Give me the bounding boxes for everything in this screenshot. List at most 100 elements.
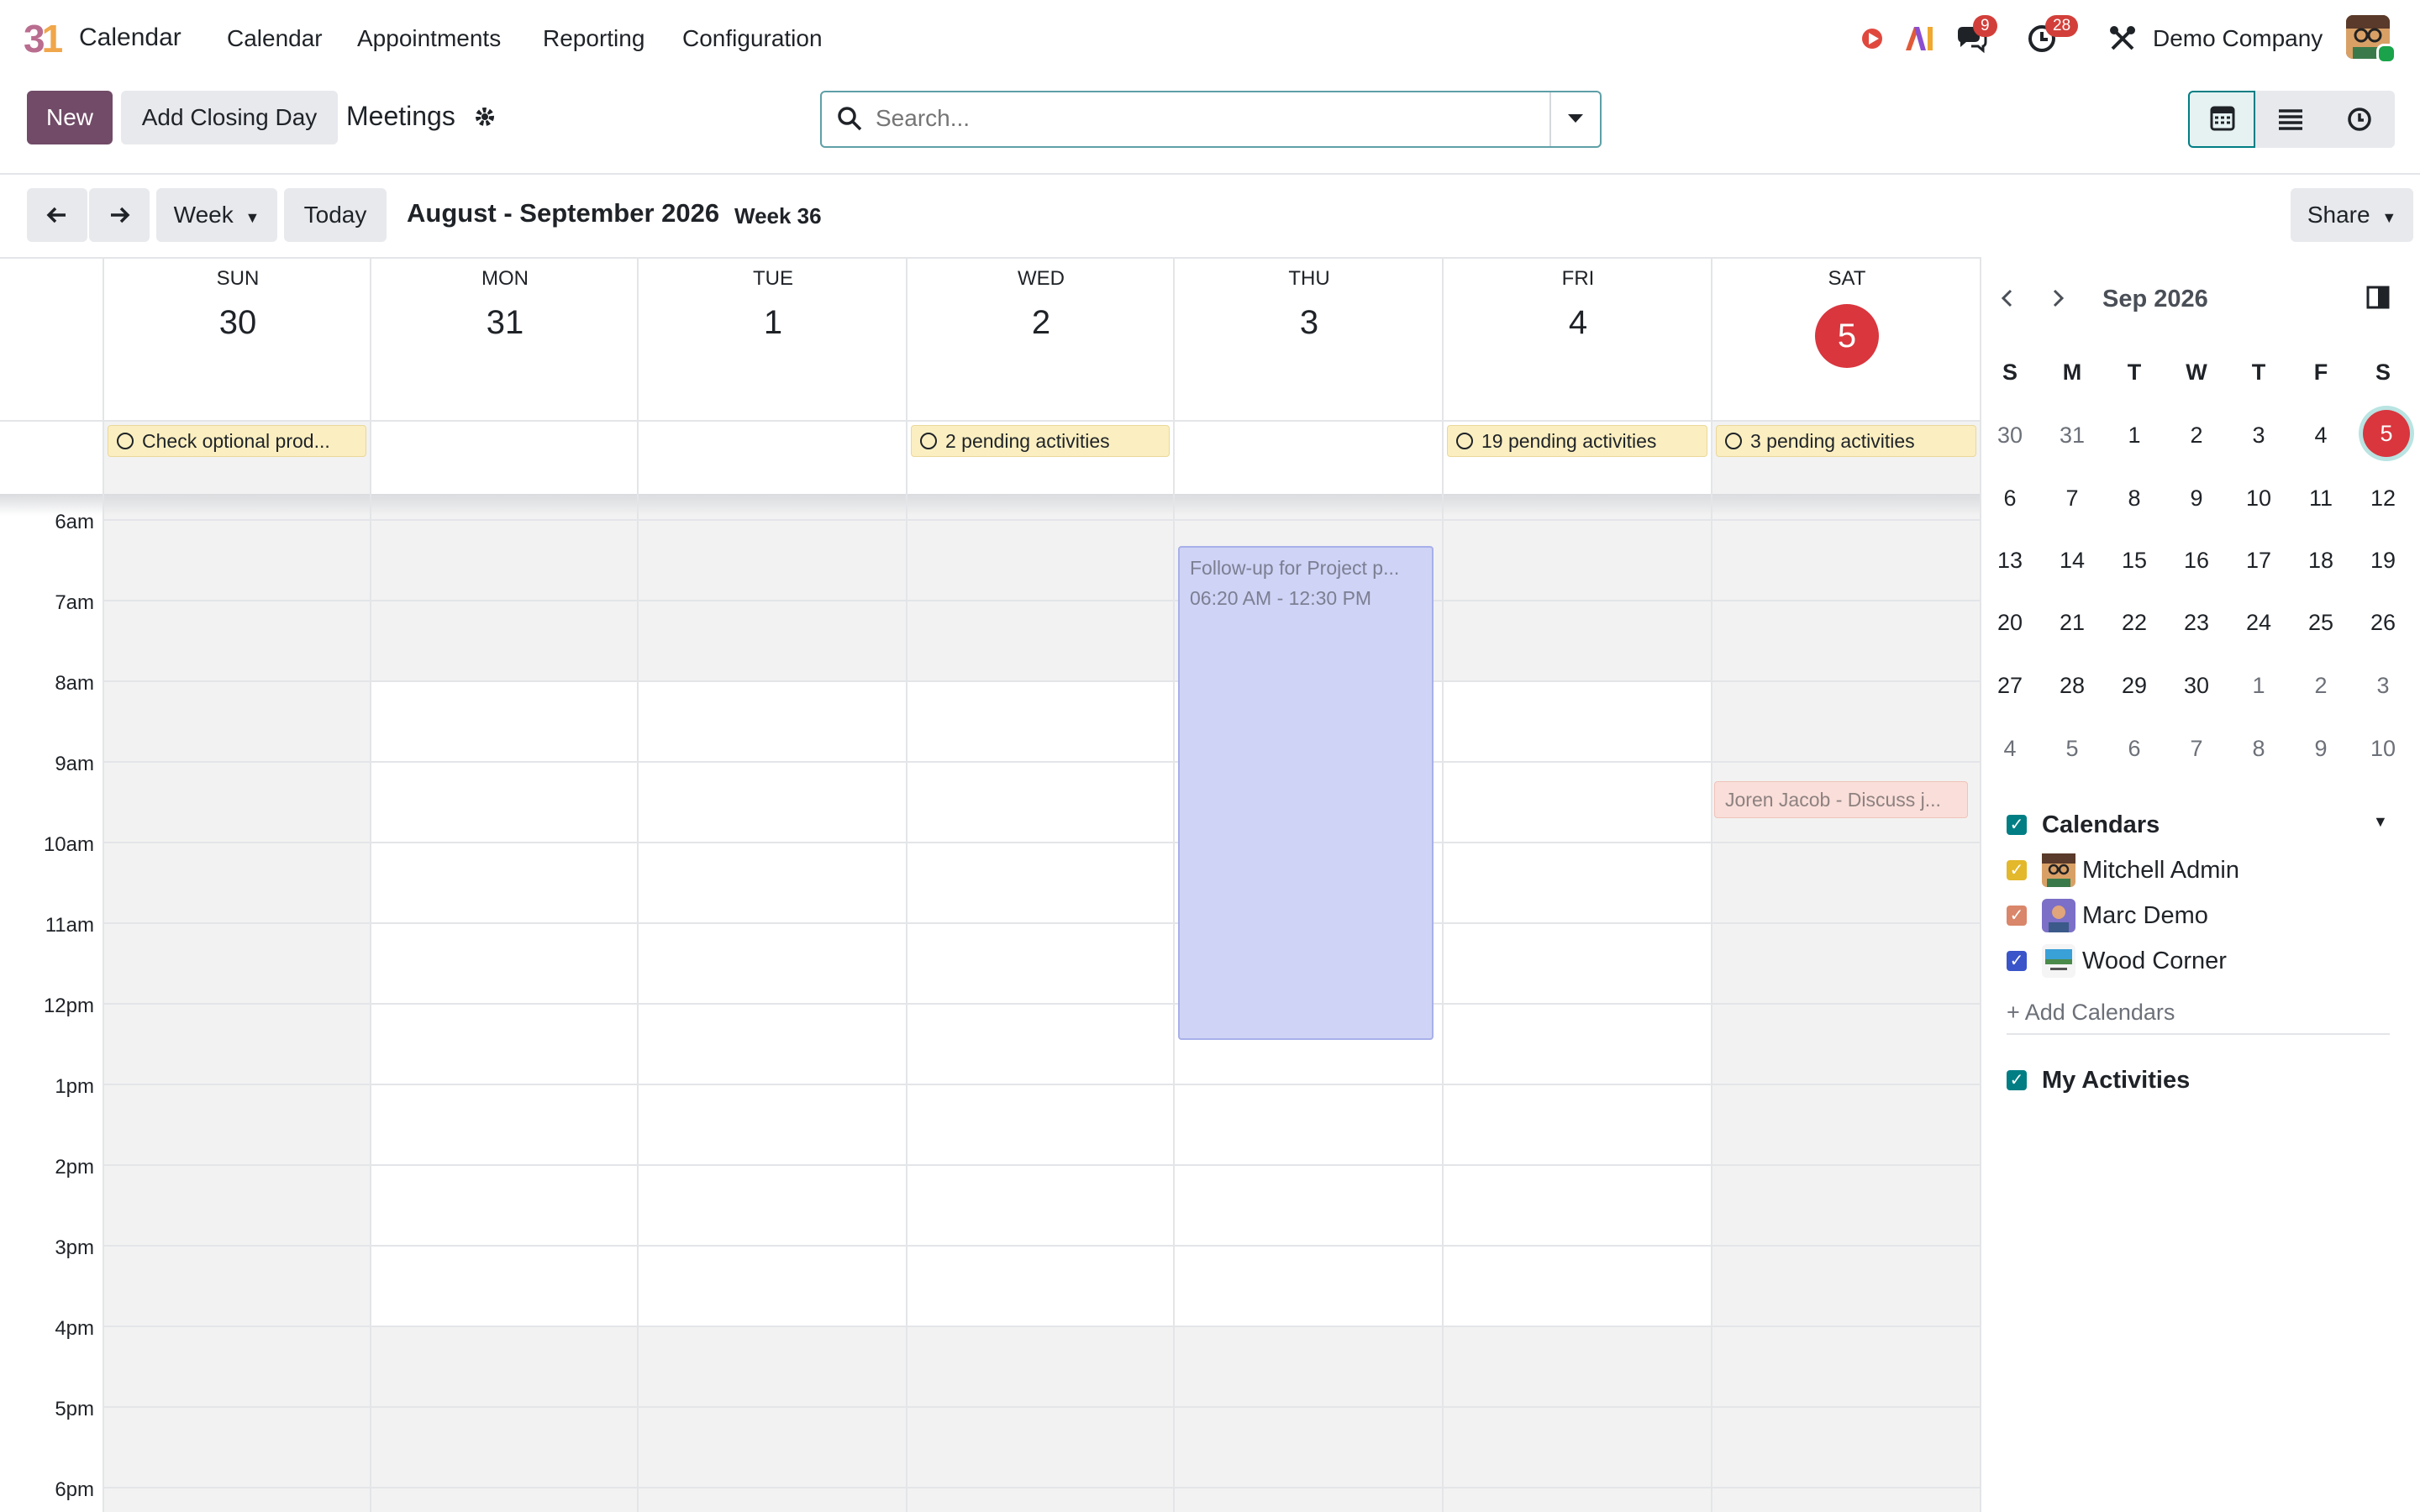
mini-day[interactable]: 1 [2109, 410, 2160, 460]
menu-appointments[interactable]: Appointments [357, 25, 501, 52]
menu-calendar[interactable]: Calendar [227, 25, 323, 52]
calendars-section-title[interactable]: Calendars [2042, 811, 2160, 839]
hour-row[interactable] [103, 761, 1980, 843]
mini-day[interactable]: 20 [1985, 597, 2035, 648]
mini-prev-month-icon[interactable] [1993, 284, 2022, 312]
filter-label-marc[interactable]: Marc Demo [2082, 902, 2208, 930]
debug-tools-icon[interactable] [2104, 20, 2141, 57]
mini-day[interactable]: 30 [2171, 660, 2222, 711]
allday-event-sat[interactable]: 3 pending activities [1716, 425, 1976, 457]
calendar-app-icon[interactable]: 31 [24, 15, 66, 62]
allday-event-wed[interactable]: 2 pending activities [911, 425, 1170, 457]
allday-event-fri[interactable]: 19 pending activities [1447, 425, 1707, 457]
mini-day[interactable]: 10 [2358, 723, 2408, 774]
next-button[interactable] [89, 188, 150, 242]
mini-day[interactable]: 2 [2171, 410, 2222, 460]
day-header-tue[interactable]: TUE 1 [637, 257, 908, 420]
mini-day[interactable]: 8 [2109, 473, 2160, 523]
mini-day[interactable]: 8 [2233, 723, 2284, 774]
mini-day[interactable]: 17 [2233, 535, 2284, 585]
menu-configuration[interactable]: Configuration [682, 25, 823, 52]
day-header-thu[interactable]: THU 3 [1173, 257, 1444, 420]
calendar-event[interactable]: Joren Jacob - Discuss j... [1714, 781, 1968, 818]
list-view-button[interactable] [2255, 91, 2326, 148]
mini-day[interactable]: 5 [2047, 723, 2097, 774]
day-header-fri[interactable]: FRI 4 [1442, 257, 1712, 420]
mini-day[interactable]: 4 [1985, 723, 2035, 774]
ai-icon[interactable] [1901, 20, 1938, 57]
hour-row[interactable] [103, 842, 1980, 924]
mini-day[interactable]: 24 [2233, 597, 2284, 648]
collapse-panel-icon[interactable] [2363, 282, 2393, 312]
filter-checkbox-wood[interactable]: ✓ [2007, 951, 2027, 971]
calendar-view-button[interactable] [2188, 91, 2255, 148]
mini-day[interactable]: 6 [1985, 473, 2035, 523]
mini-day[interactable]: 16 [2171, 535, 2222, 585]
calendars-checkbox[interactable]: ✓ [2007, 815, 2027, 835]
mini-day[interactable]: 15 [2109, 535, 2160, 585]
add-calendars-link[interactable]: + Add Calendars [2007, 1000, 2175, 1026]
activities-clock-icon[interactable]: 28 [2023, 15, 2079, 57]
allday-event-sun[interactable]: Check optional prod... [108, 425, 366, 457]
mini-day[interactable]: 23 [2171, 597, 2222, 648]
hour-row[interactable] [103, 680, 1980, 763]
caret-down-icon[interactable]: ▼ [2373, 813, 2388, 831]
previous-button[interactable] [27, 188, 87, 242]
mini-day[interactable]: 6 [2109, 723, 2160, 774]
mini-day[interactable]: 12 [2358, 473, 2408, 523]
company-switcher[interactable]: Demo Company [2153, 25, 2323, 52]
mini-day[interactable]: 28 [2047, 660, 2097, 711]
mini-day[interactable]: 13 [1985, 535, 2035, 585]
mini-day[interactable]: 2 [2296, 660, 2346, 711]
today-button[interactable]: Today [284, 188, 387, 242]
mini-next-month-icon[interactable] [2044, 284, 2072, 312]
mini-day[interactable]: 22 [2109, 597, 2160, 648]
mini-day[interactable]: 26 [2358, 597, 2408, 648]
mini-day[interactable]: 25 [2296, 597, 2346, 648]
my-activities-label[interactable]: My Activities [2042, 1067, 2190, 1095]
gear-icon[interactable] [472, 104, 497, 129]
mini-day[interactable]: 3 [2358, 660, 2408, 711]
mini-day[interactable]: 27 [1985, 660, 2035, 711]
hour-row[interactable] [103, 600, 1980, 682]
day-header-mon[interactable]: MON 31 [370, 257, 639, 420]
mini-day[interactable]: 11 [2296, 473, 2346, 523]
day-header-wed[interactable]: WED 2 [906, 257, 1175, 420]
hour-row[interactable] [103, 1326, 1980, 1408]
mini-day[interactable]: 4 [2296, 410, 2346, 460]
mini-day[interactable]: 18 [2296, 535, 2346, 585]
hour-row[interactable] [103, 519, 1980, 601]
filter-checkbox-marc[interactable]: ✓ [2007, 906, 2027, 926]
day-header-sat[interactable]: SAT 5 [1711, 257, 1981, 420]
new-button[interactable]: New [27, 91, 113, 144]
mini-day[interactable]: 29 [2109, 660, 2160, 711]
filter-label-mitchell[interactable]: Mitchell Admin [2082, 857, 2239, 885]
hour-row[interactable] [103, 1487, 1980, 1512]
scale-dropdown[interactable]: Week ▼ [156, 188, 277, 242]
my-activities-checkbox[interactable]: ✓ [2007, 1070, 2027, 1090]
app-title[interactable]: Calendar [79, 24, 182, 52]
hour-row[interactable] [103, 922, 1980, 1005]
mini-day[interactable]: 31 [2047, 410, 2097, 460]
mini-day[interactable]: 7 [2171, 723, 2222, 774]
search-input[interactable] [874, 101, 1524, 136]
mini-day[interactable]: 19 [2358, 535, 2408, 585]
mini-day[interactable]: 3 [2233, 410, 2284, 460]
mini-day[interactable]: 30 [1985, 410, 2035, 460]
messages-icon[interactable]: 9 [1953, 15, 1997, 57]
filter-checkbox-mitchell[interactable]: ✓ [2007, 860, 2027, 880]
mini-day-today[interactable]: 5 [2363, 410, 2410, 457]
mini-day[interactable]: 1 [2233, 660, 2284, 711]
share-dropdown[interactable]: Share ▼ [2291, 188, 2413, 242]
mini-day[interactable]: 14 [2047, 535, 2097, 585]
hour-row[interactable] [103, 1406, 1980, 1488]
mini-day[interactable]: 21 [2047, 597, 2097, 648]
record-icon[interactable] [1854, 20, 1891, 57]
mini-day[interactable]: 7 [2047, 473, 2097, 523]
mini-day[interactable]: 9 [2171, 473, 2222, 523]
filter-label-wood[interactable]: Wood Corner [2082, 948, 2227, 975]
hour-row[interactable] [103, 1245, 1980, 1327]
add-closing-day-button[interactable]: Add Closing Day [121, 91, 338, 144]
hour-row[interactable] [103, 1084, 1980, 1166]
search-toggle-filters[interactable] [1551, 92, 1600, 143]
